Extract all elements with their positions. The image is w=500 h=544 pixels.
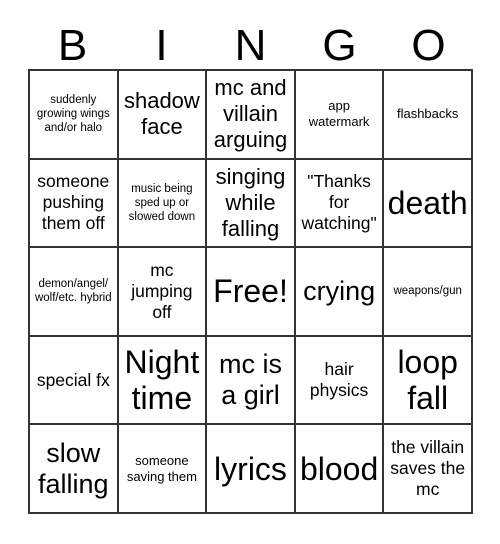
bingo-free-space-label: Free! [213,273,288,310]
bingo-cell-label: slow falling [38,437,109,499]
bingo-cell-label: flashbacks [396,106,459,122]
bingo-cell-b4[interactable]: special fx [30,336,119,426]
bingo-cell-label: someone saving them [126,452,197,484]
bingo-cell-label: loop fall [397,344,458,417]
bingo-cell-o2[interactable]: death [384,159,473,249]
bingo-cell-label: death [387,184,468,221]
bingo-cell-i4[interactable]: Night time [118,336,208,426]
bingo-header-letter-g: G [322,21,357,70]
bingo-cell-i1[interactable]: shadow face [118,71,208,160]
bingo-cell-g5[interactable]: blood [295,425,385,514]
bingo-cell-o1[interactable]: flashbacks [384,71,473,160]
bingo-cell-free-space[interactable]: Free! [207,248,296,337]
bingo-cell-label: suddenly growing wings and/or halo [36,94,110,135]
bingo-cell-o3[interactable]: weapons/gun [384,248,473,337]
bingo-cell-o4[interactable]: loop fall [384,336,473,426]
bingo-cell-label: "Thanks for watching" [301,171,377,234]
bingo-cell-label: Night time [124,344,200,417]
bingo-cell-label: app watermark [308,98,370,130]
bingo-grid: suddenly growing wings and/or halo shado… [28,69,473,514]
bingo-cell-i5[interactable]: someone saving them [118,425,208,514]
bingo-cell-g4[interactable]: hair physics [295,336,385,426]
bingo-cell-label: demon/angel/ wolf/etc. hybrid [34,278,112,305]
bingo-cell-label: mc is a girl [218,349,282,411]
bingo-cell-label: hair physics [309,359,369,401]
bingo-cell-label: blood [299,450,379,487]
bingo-cell-n5[interactable]: lyrics [207,425,296,514]
bingo-cell-b3[interactable]: demon/angel/ wolf/etc. hybrid [30,248,119,337]
bingo-cell-label: crying [303,275,376,306]
bingo-header-letter-o: O [411,21,446,70]
bingo-cell-label: music being sped up or slowed down [128,182,196,223]
bingo-cell-label: weapons/gun [393,285,462,298]
bingo-cell-g2[interactable]: "Thanks for watching" [295,159,385,249]
bingo-header-letter-b: B [57,21,88,70]
bingo-cell-n2[interactable]: singing while falling [207,159,296,249]
bingo-header-letter-i: I [155,21,168,70]
bingo-cell-label: shadow face [123,88,200,140]
bingo-cell-label: mc jumping off [131,259,193,322]
bingo-cell-n4[interactable]: mc is a girl [207,336,296,426]
bingo-cell-o5[interactable]: the villain saves the mc [384,425,473,514]
bingo-cell-b2[interactable]: someone pushing them off [30,159,119,249]
bingo-cell-b5[interactable]: slow falling [30,425,119,514]
bingo-header-row: B I N G O [28,16,473,69]
bingo-cell-label: lyrics [214,450,287,487]
bingo-cell-label: the villain saves the mc [390,437,466,500]
bingo-cell-g3[interactable]: crying [295,248,385,337]
bingo-card: B I N G O suddenly growing wings and/or … [0,0,500,544]
bingo-cell-n1[interactable]: mc and villain arguing [207,71,296,160]
bingo-cell-g1[interactable]: app watermark [295,71,385,160]
bingo-cell-label: someone pushing them off [37,171,110,234]
bingo-cell-i3[interactable]: mc jumping off [118,248,208,337]
bingo-header-letter-n: N [234,21,267,70]
bingo-cell-label: special fx [36,369,110,390]
bingo-cell-label: singing while falling [215,163,286,241]
bingo-cell-i2[interactable]: music being sped up or slowed down [118,159,208,249]
bingo-cell-b1[interactable]: suddenly growing wings and/or halo [30,71,119,160]
bingo-cell-label: mc and villain arguing [213,75,288,153]
